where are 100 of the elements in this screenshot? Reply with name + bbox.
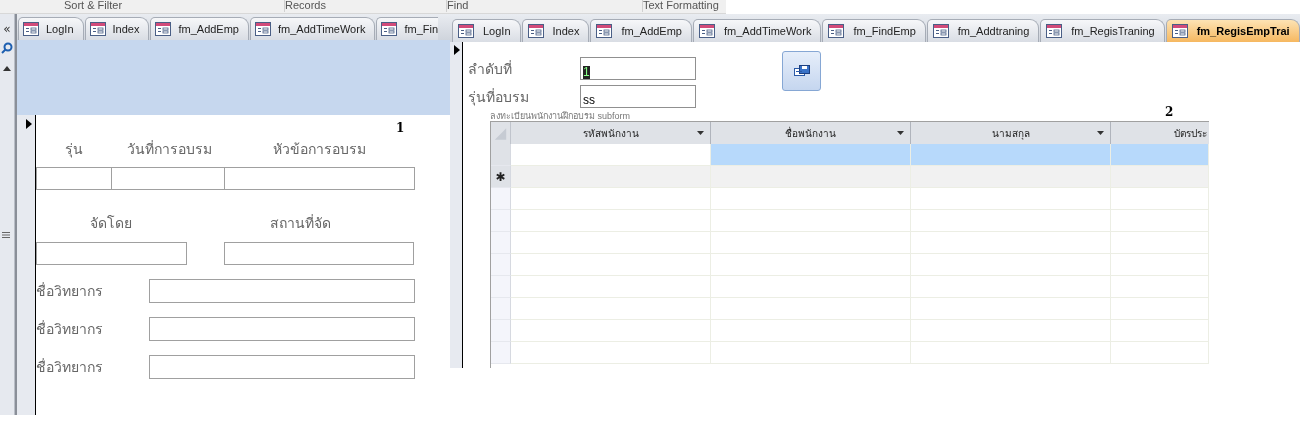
table-cell[interactable] — [511, 144, 711, 166]
document-tab[interactable]: fm_AddTimeWork — [250, 17, 376, 40]
input-field[interactable] — [149, 317, 415, 341]
current-record-icon — [454, 45, 460, 55]
table-cell[interactable] — [911, 342, 1111, 364]
table-cell[interactable] — [711, 210, 911, 232]
table-cell[interactable] — [511, 254, 711, 276]
table-cell[interactable] — [1111, 210, 1209, 232]
row-selector[interactable] — [491, 210, 511, 232]
form-icon — [699, 24, 715, 38]
table-cell[interactable] — [1111, 188, 1209, 210]
record-selector[interactable] — [17, 115, 36, 415]
table-cell[interactable] — [911, 144, 1111, 166]
input-field[interactable] — [149, 279, 415, 303]
row-selector[interactable]: ✱ — [491, 166, 511, 188]
table-cell[interactable] — [511, 276, 711, 298]
document-tab[interactable]: LogIn — [452, 19, 521, 42]
row-selector[interactable] — [491, 232, 511, 254]
table-cell[interactable] — [911, 254, 1111, 276]
row-selector[interactable] — [491, 320, 511, 342]
input-field[interactable] — [112, 167, 225, 190]
table-cell[interactable] — [911, 232, 1111, 254]
selected-text: 1 — [583, 66, 590, 79]
ribbon-group-label: Sort & Filter — [64, 0, 123, 12]
field-label: รุ่นที่อบรม — [468, 87, 530, 108]
document-tab[interactable]: fm_AddTimeWork — [693, 19, 822, 42]
field-label: หัวข้อการอบรม — [271, 140, 367, 159]
search-icon — [1, 42, 13, 54]
table-cell[interactable] — [1111, 320, 1209, 342]
column-header[interactable]: บัตรประ — [1111, 122, 1209, 144]
input-field[interactable]: 1 — [580, 57, 696, 80]
table-cell[interactable] — [511, 320, 711, 342]
field-label: รุ่น — [63, 140, 84, 160]
table-cell[interactable] — [711, 254, 911, 276]
field-label: ชื่อวิทยากร — [36, 281, 104, 301]
table-cell[interactable] — [911, 188, 1111, 210]
document-tab[interactable]: fm_Addtraning — [926, 19, 1040, 42]
row-selector[interactable] — [491, 298, 511, 320]
form-icon — [23, 22, 39, 36]
input-field[interactable] — [224, 242, 414, 265]
row-selector[interactable] — [491, 276, 511, 298]
table-cell[interactable] — [1111, 342, 1209, 364]
row-selector[interactable] — [491, 254, 511, 276]
table-cell[interactable] — [511, 210, 711, 232]
current-record-icon — [26, 119, 32, 129]
table-cell[interactable] — [911, 298, 1111, 320]
form-icon — [1046, 24, 1063, 38]
table-cell[interactable] — [511, 166, 711, 188]
input-field[interactable] — [36, 167, 112, 190]
document-tab[interactable]: fm_Fin — [376, 17, 439, 40]
table-cell[interactable] — [711, 276, 911, 298]
table-cell[interactable] — [711, 298, 911, 320]
input-field[interactable] — [149, 355, 415, 379]
table-cell[interactable] — [711, 166, 911, 188]
save-record-button[interactable] — [782, 51, 821, 91]
row-selector[interactable] — [491, 144, 511, 166]
document-tab[interactable]: Index — [521, 19, 590, 42]
menu-icon — [2, 232, 10, 238]
ribbon-group-label: Find — [446, 0, 469, 12]
table-cell[interactable] — [1111, 144, 1209, 166]
document-tab[interactable]: fm_RegisTraning — [1040, 19, 1165, 42]
document-tab[interactable]: fm_AddEmp — [150, 17, 249, 40]
table-cell[interactable] — [911, 276, 1111, 298]
input-field[interactable] — [225, 167, 415, 190]
table-cell[interactable] — [1111, 254, 1209, 276]
document-tab[interactable]: LogIn — [18, 17, 84, 40]
dropdown-arrow-icon — [897, 131, 904, 135]
dropdown-arrow-icon — [697, 131, 704, 135]
table-cell[interactable] — [1111, 166, 1209, 188]
table-cell[interactable] — [711, 144, 911, 166]
input-field[interactable] — [36, 242, 187, 265]
table-cell[interactable] — [1111, 276, 1209, 298]
table-cell[interactable] — [711, 320, 911, 342]
form-icon — [155, 22, 172, 36]
form-icon — [1171, 24, 1188, 38]
table-cell[interactable] — [1111, 298, 1209, 320]
document-tab[interactable]: Index — [84, 17, 150, 40]
document-tab[interactable]: fm_AddEmp — [590, 19, 692, 42]
table-cell[interactable] — [711, 342, 911, 364]
table-cell[interactable] — [711, 188, 911, 210]
table-cell[interactable] — [911, 210, 1111, 232]
table-cell[interactable] — [511, 298, 711, 320]
document-tab[interactable]: fm_RegisEmpTrai — [1165, 19, 1300, 42]
form-icon — [458, 24, 474, 38]
dropdown-arrow-icon — [1097, 131, 1104, 135]
table-cell[interactable] — [911, 166, 1111, 188]
table-cell[interactable] — [911, 320, 1111, 342]
document-tab[interactable]: fm_FindEmp — [822, 19, 926, 42]
record-selector[interactable] — [450, 42, 463, 368]
table-cell[interactable] — [511, 188, 711, 210]
table-cell[interactable] — [1111, 232, 1209, 254]
input-field[interactable]: ss — [580, 85, 696, 108]
row-selector[interactable] — [491, 342, 511, 364]
collapse-button[interactable]: « — [3, 22, 11, 36]
table-cell[interactable] — [511, 232, 711, 254]
table-cell[interactable] — [711, 232, 911, 254]
page-number: 2 — [1165, 105, 1174, 119]
table-cell[interactable] — [511, 342, 711, 364]
scroll-up-icon — [1, 64, 13, 72]
row-selector[interactable] — [491, 188, 511, 210]
